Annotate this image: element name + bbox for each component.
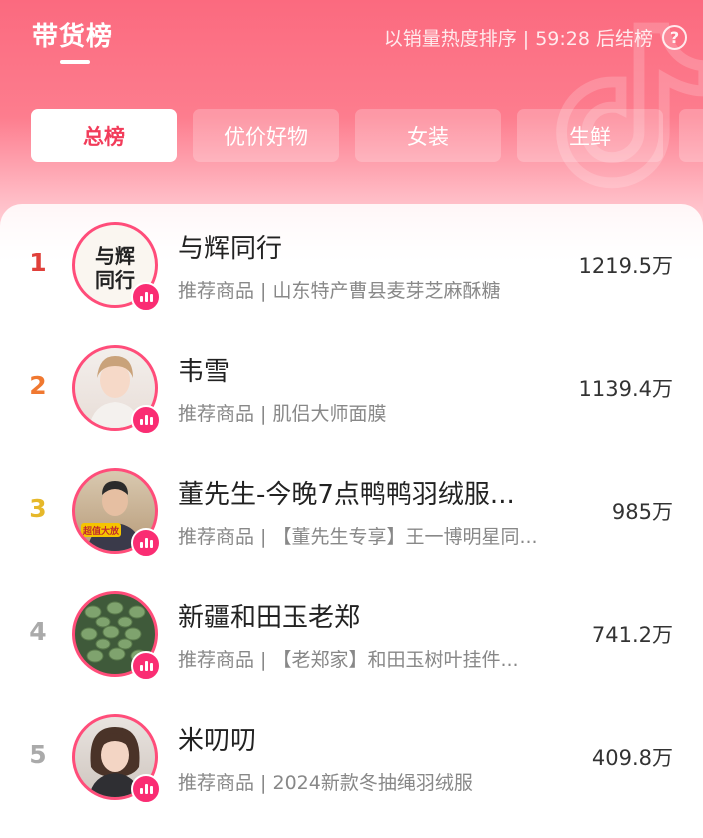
recommended-product: 推荐商品 | 【董先生专享】王一博明星同... <box>178 526 538 548</box>
rank-number: 3 <box>29 494 47 523</box>
list-item[interactable]: 4 新疆和田玉老郑 推荐商品 | 【老郑家】和田玉树叶挂件... 741.2万 <box>0 573 703 696</box>
list-item[interactable]: 2 韦雪 推荐商品 | 肌侣大师面膜 1139.4万 <box>0 327 703 450</box>
rank-number: 4 <box>29 617 47 646</box>
streamer-name[interactable]: 韦雪 <box>178 351 230 388</box>
sales-volume: 985万 <box>611 500 673 524</box>
tab-fresh-food[interactable]: 生鲜 <box>517 109 663 162</box>
streamer-name[interactable]: 与辉同行 <box>178 228 282 265</box>
svg-text:与辉: 与辉 <box>95 244 135 268</box>
svg-text:同行: 同行 <box>95 268 135 292</box>
live-indicator-icon <box>131 282 161 312</box>
tab-value-goods[interactable]: 优价好物 <box>193 109 339 162</box>
streamer-name[interactable]: 董先生-今晚7点鸭鸭羽绒服... <box>178 474 515 511</box>
recommended-product: 推荐商品 | 山东特产曹县麦芽芝麻酥糖 <box>178 280 501 302</box>
live-indicator-icon <box>131 774 161 804</box>
sales-volume: 1219.5万 <box>578 254 673 278</box>
live-indicator-icon <box>131 528 161 558</box>
rank-number: 5 <box>29 740 47 769</box>
rank-number: 1 <box>29 248 47 277</box>
rank-number: 2 <box>29 371 47 400</box>
live-indicator-icon <box>131 651 161 681</box>
tab-overall[interactable]: 总榜 <box>31 109 177 162</box>
sales-volume: 409.8万 <box>591 746 673 770</box>
streamer-name[interactable]: 米叨叨 <box>178 720 256 757</box>
page-title[interactable]: 带货榜 <box>32 16 113 53</box>
recommended-product: 推荐商品 | 肌侣大师面膜 <box>178 403 387 425</box>
sort-info-text: 以销量热度排序 | 59:28 后结榜 <box>383 28 653 50</box>
streamer-name[interactable]: 新疆和田玉老郑 <box>178 597 360 634</box>
svg-text:超值大放: 超值大放 <box>82 525 120 537</box>
category-tabs: 总榜 优价好物 女装 生鲜 <box>31 109 703 162</box>
ranking-list: 1 与辉 同行 与辉同行 推荐商品 | 山东特产曹县麦芽芝麻酥糖 1219.5万… <box>0 204 703 838</box>
title-underline <box>60 60 90 64</box>
tab-womens-clothing[interactable]: 女装 <box>355 109 501 162</box>
help-icon[interactable]: ? <box>662 25 687 50</box>
tab-more[interactable] <box>679 109 703 162</box>
recommended-product: 推荐商品 | 2024新款冬抽绳羽绒服 <box>178 772 473 794</box>
list-item[interactable]: 5 米叨叨 推荐商品 | 2024新款冬抽绳羽绒服 409.8万 <box>0 696 703 819</box>
list-item[interactable]: 1 与辉 同行 与辉同行 推荐商品 | 山东特产曹县麦芽芝麻酥糖 1219.5万 <box>0 204 703 327</box>
live-indicator-icon <box>131 405 161 435</box>
sales-volume: 741.2万 <box>591 623 673 647</box>
sales-volume: 1139.4万 <box>578 377 673 401</box>
list-item[interactable]: 3 超值大放 董先生-今晚7点鸭鸭羽绒服... 推荐商品 | 【董先生专享】王一… <box>0 450 703 573</box>
recommended-product: 推荐商品 | 【老郑家】和田玉树叶挂件... <box>178 649 519 671</box>
